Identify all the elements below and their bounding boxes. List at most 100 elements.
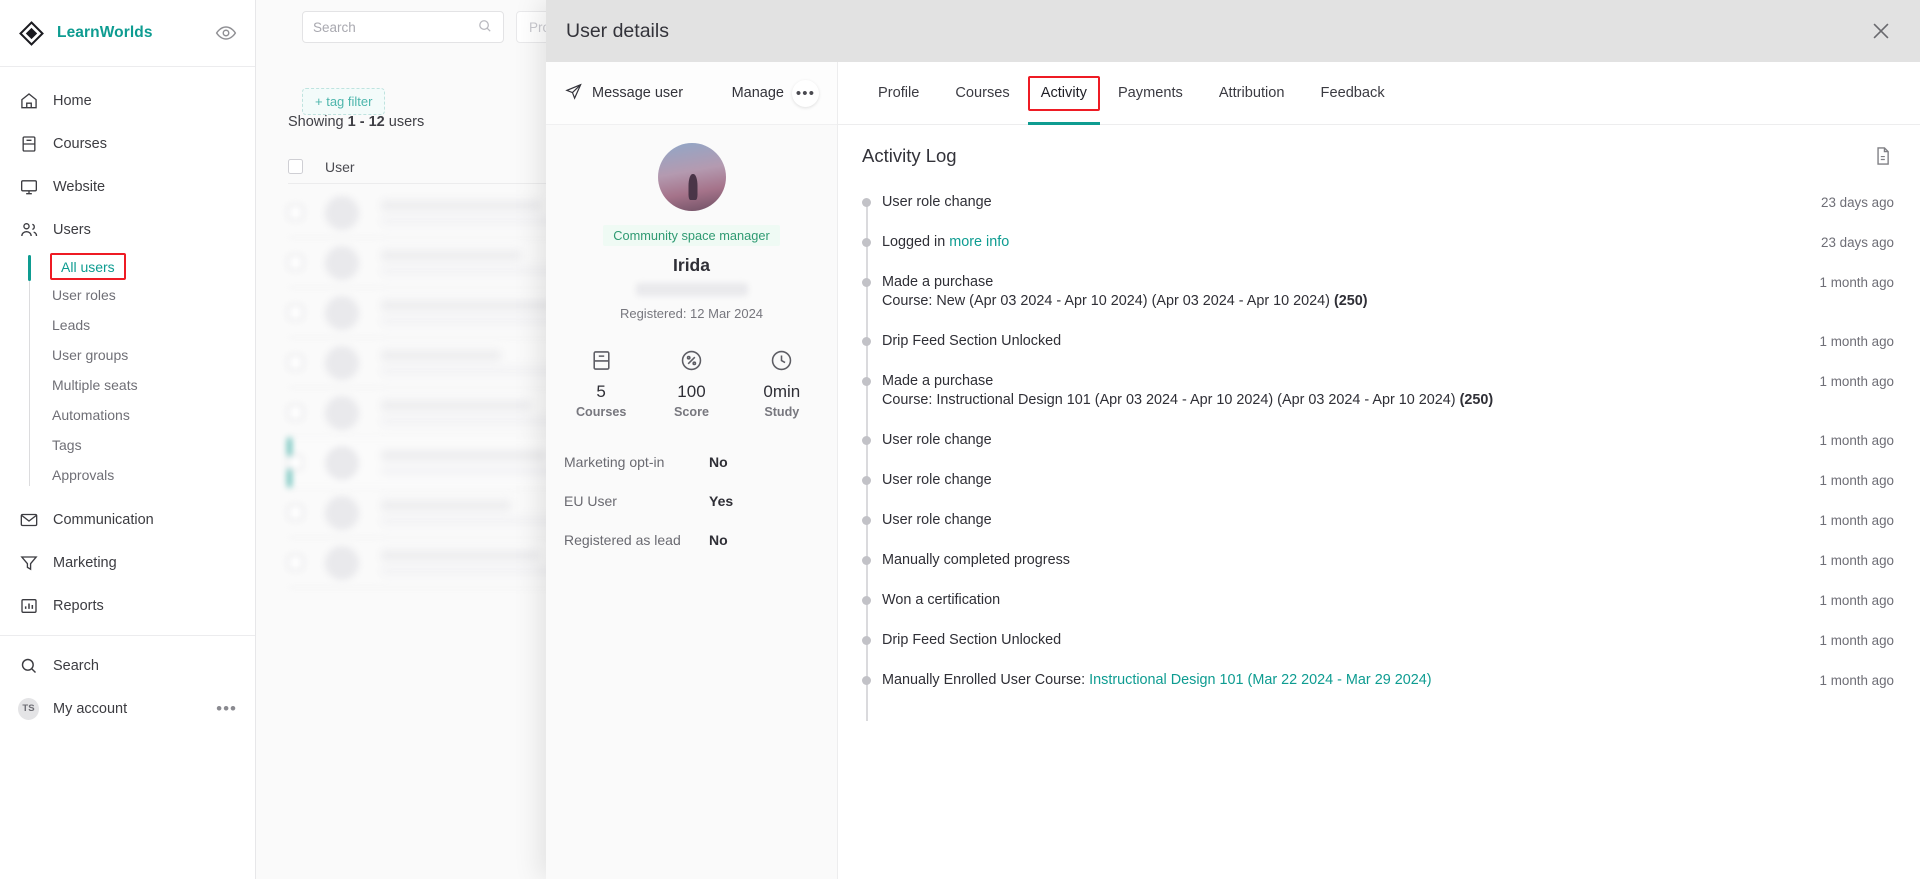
- activity-time: 1 month ago: [1819, 374, 1894, 390]
- message-user-button[interactable]: Message user: [564, 82, 683, 105]
- timeline-dot-icon: [862, 436, 871, 446]
- stat-label: Study: [764, 405, 800, 419]
- tab-attribution[interactable]: Attribution: [1201, 62, 1303, 125]
- activity-time: 23 days ago: [1821, 235, 1894, 251]
- more-info-link[interactable]: more info: [949, 234, 1009, 250]
- stat-study: 0min Study: [743, 347, 821, 419]
- timeline-dot-icon: [862, 596, 871, 606]
- sidebar-item-approvals[interactable]: Approvals: [36, 460, 255, 490]
- activity-column: Profile Courses Activity Payments Attrib…: [838, 62, 1920, 879]
- tab-activity[interactable]: Activity: [1027, 75, 1101, 125]
- field-label: EU User: [564, 493, 617, 509]
- sidebar-item-search[interactable]: Search: [0, 644, 255, 687]
- activity-text: Drip Feed Section Unlocked: [882, 632, 1062, 649]
- field-registered-as-lead: Registered as lead No: [564, 521, 819, 560]
- activity-detail: Course: New (Apr 03 2024 - Apr 10 2024) …: [882, 293, 1334, 310]
- sidebar-item-users[interactable]: Users: [0, 208, 255, 251]
- activity-log-header: Activity Log: [862, 145, 1894, 167]
- sidebar-item-leads[interactable]: Leads: [36, 310, 255, 340]
- activity-text: Manually completed progress: [882, 552, 1070, 569]
- sidebar-label: My account: [53, 700, 128, 717]
- stat-courses: 5 Courses: [562, 347, 640, 419]
- select-all-checkbox[interactable]: [288, 159, 303, 174]
- ellipsis-icon[interactable]: •••: [792, 79, 819, 107]
- sidebar-item-my-account[interactable]: TS My account •••: [0, 687, 255, 730]
- learnworlds-logo-icon: [18, 20, 45, 47]
- tab-label: Courses: [955, 85, 1010, 101]
- book-icon: [18, 133, 39, 154]
- users-toolbar: Search Pro: [302, 11, 564, 43]
- sidebar-item-communication[interactable]: Communication: [0, 498, 255, 541]
- sidebar-item-courses[interactable]: Courses: [0, 122, 255, 165]
- avatar-initials: TS: [18, 697, 39, 720]
- activity-entry: User role change 1 month ago: [862, 471, 1894, 511]
- user-details-panel: User details Message user Manage ••• Com…: [546, 0, 1920, 879]
- timeline-dot-icon: [862, 636, 871, 646]
- funnel-icon: [18, 552, 39, 573]
- search-placeholder: Search: [313, 19, 356, 35]
- field-label: Marketing opt-in: [564, 454, 665, 470]
- sidebar-sublabel: User roles: [52, 287, 116, 303]
- activity-text: Made a purchase Course: Instructional Des…: [882, 372, 1820, 410]
- activity-text: User role change: [882, 432, 992, 449]
- sidebar-item-marketing[interactable]: Marketing: [0, 541, 255, 584]
- panel-header: User details: [546, 0, 1920, 62]
- activity-time: 1 month ago: [1819, 334, 1894, 350]
- profile-column: Message user Manage ••• Community space …: [546, 62, 838, 879]
- sidebar-sublabel: Leads: [52, 317, 91, 333]
- tab-label: Activity: [1040, 85, 1087, 101]
- eye-icon[interactable]: [215, 22, 237, 44]
- stat-value: 0min: [763, 382, 801, 401]
- close-icon[interactable]: [1868, 18, 1894, 44]
- tab-courses[interactable]: Courses: [937, 62, 1027, 125]
- sidebar-label: Website: [53, 178, 106, 195]
- sidebar-item-all-users[interactable]: All users: [50, 253, 126, 280]
- sidebar-item-reports[interactable]: Reports: [0, 584, 255, 627]
- column-header-user: User: [325, 158, 355, 175]
- activity-entry: Made a purchase Course: Instructional Des…: [862, 372, 1894, 431]
- search-input[interactable]: Search: [302, 11, 504, 43]
- tag-filter-label: + tag filter: [315, 94, 373, 109]
- sidebar-sublabel: Approvals: [52, 467, 115, 483]
- tab-profile[interactable]: Profile: [860, 62, 937, 125]
- tab-label: Profile: [878, 85, 920, 101]
- sidebar-sublabel: Automations: [52, 407, 130, 423]
- activity-detail-line: Course: New (Apr 03 2024 - Apr 10 2024) …: [882, 292, 1800, 311]
- activity-entry: Logged in more info 23 days ago: [862, 233, 1894, 273]
- tab-feedback[interactable]: Feedback: [1303, 62, 1403, 125]
- user-name: Irida: [673, 255, 710, 275]
- user-email-redacted: [635, 283, 748, 296]
- nav-divider: [0, 635, 255, 636]
- subnav-active-indicator: [28, 255, 31, 281]
- tab-payments[interactable]: Payments: [1100, 62, 1201, 125]
- clock-icon: [743, 347, 821, 373]
- timeline-dot-icon: [862, 238, 871, 248]
- stat-score: 100 Score: [652, 347, 730, 419]
- ellipsis-icon[interactable]: •••: [216, 699, 237, 719]
- sidebar-label: Home: [53, 92, 92, 109]
- manage-button[interactable]: Manage •••: [732, 79, 819, 107]
- activity-log-section: Activity Log User role change 23 days ag…: [838, 125, 1920, 879]
- learnworlds-admin-app: LearnWorlds Home Courses Website Users A…: [0, 0, 1920, 879]
- activity-text: Logged in more info: [882, 233, 1821, 252]
- sidebar-item-home[interactable]: Home: [0, 79, 255, 122]
- sidebar-item-user-groups[interactable]: User groups: [36, 340, 255, 370]
- timeline-dot-icon: [862, 337, 871, 347]
- add-tag-filter-button[interactable]: + tag filter: [302, 88, 386, 115]
- sidebar-item-website[interactable]: Website: [0, 165, 255, 208]
- sidebar-sublabel: User groups: [52, 347, 129, 363]
- brand-name: LearnWorlds: [57, 24, 153, 41]
- activity-detail: Course: Instructional Design 101 (Apr 03…: [882, 392, 1460, 409]
- sidebar-label: Search: [53, 657, 99, 674]
- activity-entry: User role change 23 days ago: [862, 193, 1894, 233]
- sidebar-item-automations[interactable]: Automations: [36, 400, 255, 430]
- timeline-dot-icon: [862, 377, 871, 387]
- sidebar-item-tags[interactable]: Tags: [36, 430, 255, 460]
- subnav-rail: [29, 255, 30, 486]
- course-link[interactable]: Instructional Design 101 (Mar 22 2024 - …: [1089, 672, 1431, 688]
- sidebar-item-user-roles[interactable]: User roles: [36, 280, 255, 310]
- sidebar-item-multiple-seats[interactable]: Multiple seats: [36, 370, 255, 400]
- activity-entry: Won a certification 1 month ago: [862, 591, 1894, 631]
- export-file-icon[interactable]: [1872, 145, 1894, 167]
- activity-entry: Drip Feed Section Unlocked 1 month ago: [862, 631, 1894, 671]
